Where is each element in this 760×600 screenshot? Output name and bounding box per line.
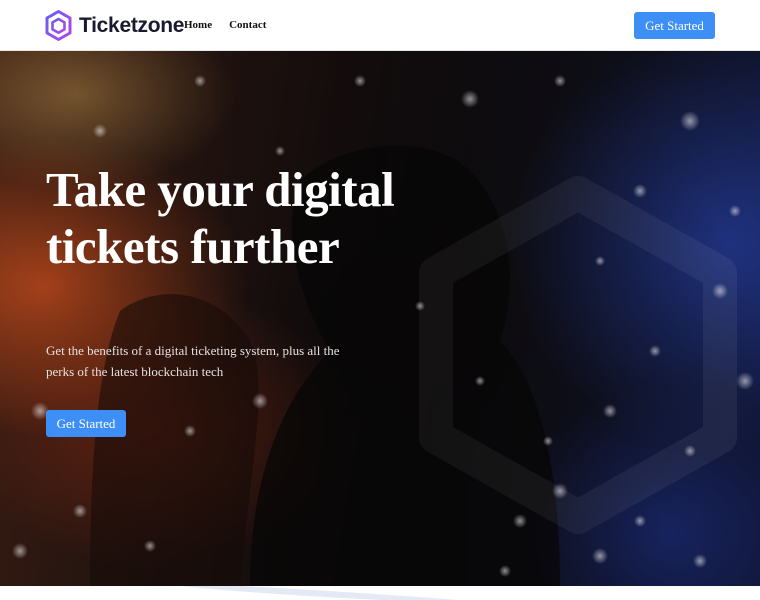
nav-get-started-button[interactable]: Get Started [634, 12, 715, 39]
top-navbar: Ticketzone Home Contact Get Started [0, 0, 760, 51]
hero-title: Take your digital tickets further [46, 162, 395, 274]
main-nav: Home Contact [184, 19, 266, 31]
brand-logo-link[interactable]: Ticketzone [45, 10, 184, 41]
nav-link-home[interactable]: Home [184, 19, 212, 31]
section-divider-strip [0, 586, 760, 600]
hexagon-logo-icon [45, 10, 72, 41]
hero-get-started-button[interactable]: Get Started [46, 410, 126, 437]
hero-background-image [0, 51, 760, 586]
hero-subtitle: Get the benefits of a digital ticketing … [46, 343, 340, 379]
brand-name: Ticketzone [79, 13, 185, 37]
decorative-wave [180, 586, 460, 600]
hero-section: Take your digital tickets further Get th… [0, 51, 760, 586]
nav-link-contact[interactable]: Contact [229, 19, 266, 31]
